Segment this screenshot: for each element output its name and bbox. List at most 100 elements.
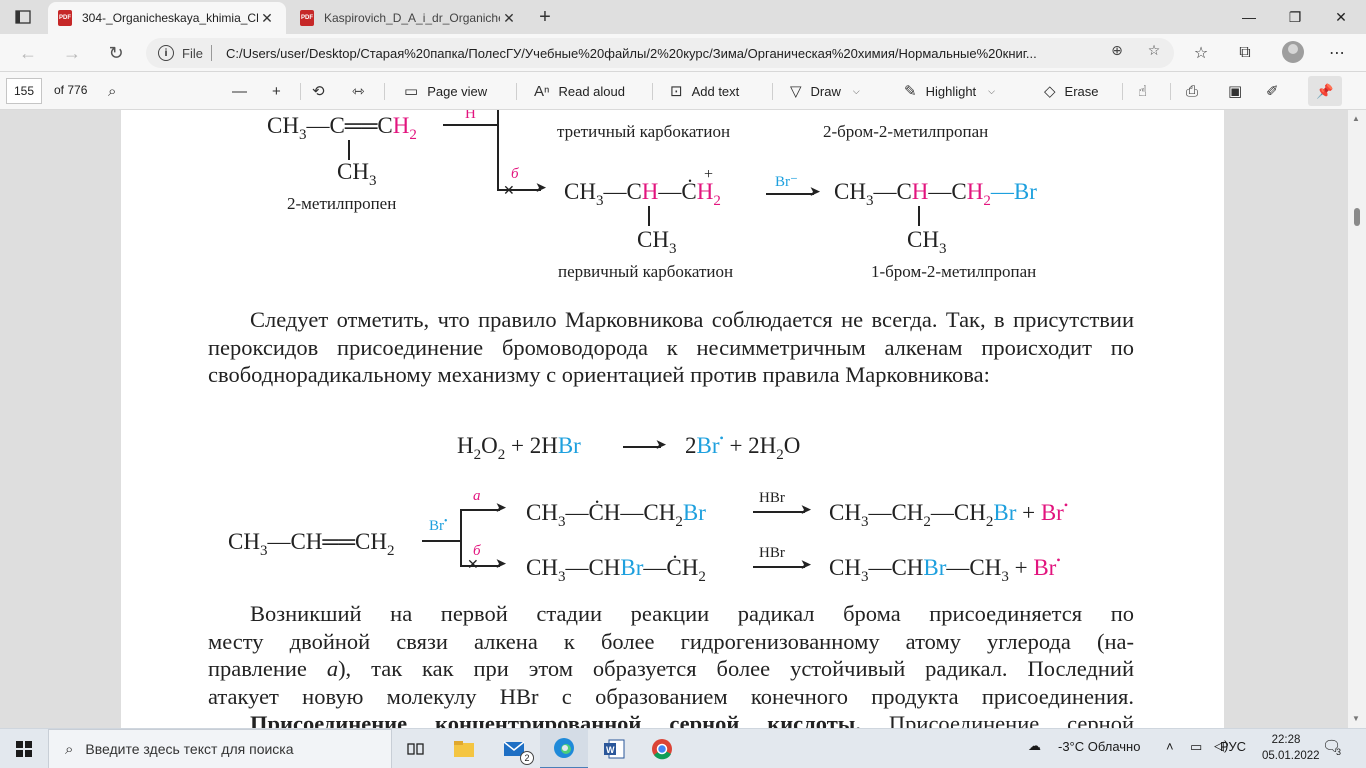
chrome-icon[interactable]: [638, 729, 686, 768]
highlight-button[interactable]: ✎ Highlight ⌵: [904, 80, 995, 102]
favorite-add-icon[interactable]: ☆: [1145, 41, 1163, 59]
bond-vertical: [918, 206, 920, 226]
info-icon[interactable]: i: [158, 45, 174, 61]
zoom-icon[interactable]: ⊕: [1108, 41, 1126, 59]
cross-mark: ✕: [503, 184, 515, 199]
browser-titlebar: PDF 304-_Organicheskaya_khimia_Ch ✕ PDF …: [0, 0, 1366, 34]
equation-peroxide-products: 2Br• + 2H2O: [685, 431, 801, 463]
caption-primary-cation: первичный карбокатион: [558, 262, 734, 281]
reagent-br: Br⁻: [775, 174, 798, 190]
caption-tert-product: 2-бром-2-метилпропан: [823, 122, 989, 141]
pdf-toolbar: 155 of 776 ⌕ — + ⟲ ⇿ ▭ Page view Aⁿ Read a…: [0, 72, 1366, 110]
favorites-icon[interactable]: ☆: [1190, 42, 1212, 64]
reagent-hbr-a: HBr: [759, 490, 785, 506]
arrow-head: ➤: [800, 558, 812, 573]
tab-inactive[interactable]: PDF Kaspirovich_D_A_i_dr_Organiche ✕: [290, 2, 528, 34]
tab-actions-icon[interactable]: [8, 4, 38, 30]
pdf-page: CH3—C══CH2 CH3 2-метилпропен ➤ б ✕ H тре…: [121, 110, 1224, 728]
draw-button[interactable]: ▽ Draw ⌵: [790, 80, 860, 102]
bond-vertical: [348, 140, 350, 160]
arrow-line: [422, 540, 460, 542]
taskbar-search[interactable]: ⌕ Введите здесь текст для поиска: [48, 729, 392, 768]
vertical-scrollbar[interactable]: ▲ ▼: [1348, 110, 1366, 728]
start-button[interactable]: [0, 729, 48, 768]
scrollbar-thumb[interactable]: [1354, 208, 1360, 226]
add-text-icon: ⊡: [670, 83, 683, 100]
back-icon[interactable]: ←: [14, 39, 42, 67]
task-view-icon[interactable]: [392, 729, 440, 768]
restore-icon[interactable]: ❐: [1272, 0, 1318, 34]
forward-icon[interactable]: →: [58, 39, 86, 67]
chevron-up-icon[interactable]: ˄: [1166, 739, 1174, 754]
fit-page-icon[interactable]: ⇿: [352, 80, 374, 102]
minimize-icon[interactable]: —: [1226, 0, 1272, 34]
formula-radical-b: CH3—CHBr—ĊH2: [526, 555, 706, 585]
divider: [210, 45, 212, 61]
language-indicator[interactable]: РУС: [1220, 739, 1246, 754]
zoom-in-icon[interactable]: +: [272, 80, 290, 102]
eraser-icon: ◇: [1044, 83, 1056, 100]
url-field[interactable]: i File C:/Users/user/Desktop/Старая%20па…: [146, 38, 1174, 68]
tab-active[interactable]: PDF 304-_Organicheskaya_khimia_Ch ✕: [48, 2, 286, 34]
scroll-up-icon[interactable]: ▲: [1352, 114, 1360, 123]
svg-text:W: W: [606, 745, 615, 755]
print-icon[interactable]: ⎙: [1186, 80, 1207, 102]
word-icon[interactable]: W: [590, 729, 638, 768]
formula-1-bromo-product: CH3—CH—CH2—Br: [834, 179, 1037, 209]
highlight-icon: ✎: [904, 83, 917, 100]
caption-tert-cation: третичный карбокатион: [557, 122, 731, 141]
scroll-down-icon[interactable]: ▼: [1352, 714, 1360, 723]
pdf-icon: PDF: [300, 10, 314, 26]
arrow-line: [766, 193, 814, 195]
zoom-out-icon[interactable]: —: [232, 80, 256, 102]
touch-icon[interactable]: ☝: [1138, 80, 1156, 102]
collections-icon[interactable]: ⧉: [1234, 42, 1256, 64]
avatar[interactable]: [1282, 41, 1304, 63]
rotate-icon[interactable]: ⟲: [312, 80, 334, 102]
arrow-line: [460, 509, 462, 565]
divider: [300, 83, 301, 100]
new-tab-button[interactable]: +: [532, 4, 558, 30]
close-icon[interactable]: ✕: [500, 10, 518, 27]
arrow-line: [443, 124, 497, 126]
arrow-line: [753, 511, 805, 513]
cross-mark: ✕: [467, 558, 479, 573]
page-number-input[interactable]: 155: [6, 78, 42, 104]
save-icon[interactable]: ▣: [1228, 80, 1251, 102]
network-icon[interactable]: ▭: [1190, 739, 1202, 755]
add-text-button[interactable]: ⊡ Add text: [670, 80, 739, 102]
caption-2-methylpropene: 2-метилпропен: [287, 194, 397, 213]
file-explorer-icon[interactable]: [440, 729, 488, 768]
chevron-down-icon[interactable]: ⌵: [853, 86, 860, 97]
weather-icon[interactable]: ☁: [1028, 738, 1041, 754]
weather-text[interactable]: -3°C Облачно: [1058, 739, 1140, 754]
mail-icon[interactable]: 2: [490, 729, 538, 768]
pin-toolbar-icon[interactable]: 📌: [1308, 76, 1342, 106]
bond-vertical: [648, 206, 650, 226]
formula-propene: CH3—CH══CH2: [228, 529, 395, 559]
tab-title: 304-_Organicheskaya_khimia_Ch: [82, 11, 258, 25]
page-view-icon: ▭: [404, 83, 419, 100]
formula-product-a: CH3—CH2—CH2Br + Br•: [829, 498, 1069, 530]
page-view-button[interactable]: ▭ Page view: [404, 80, 487, 102]
draw-icon: ▽: [790, 83, 802, 100]
search-icon[interactable]: ⌕: [108, 80, 125, 102]
search-icon: ⌕: [65, 740, 74, 758]
windows-icon: [16, 741, 32, 757]
close-icon[interactable]: ✕: [258, 10, 276, 27]
save-as-icon[interactable]: ✐: [1266, 80, 1288, 102]
clock[interactable]: 22:28 05.01.2022: [1262, 732, 1320, 764]
paragraph-2: Возникший на первой стадии реакции радик…: [208, 601, 1135, 728]
chevron-down-icon[interactable]: ⌵: [988, 86, 995, 97]
erase-button[interactable]: ◇ Erase: [1044, 80, 1099, 102]
close-window-icon[interactable]: ✕: [1318, 0, 1364, 34]
edge-icon[interactable]: [540, 729, 588, 768]
mail-badge: 2: [520, 751, 534, 765]
pdf-icon: PDF: [58, 10, 72, 26]
caption-primary-product: 1-бром-2-метилпропан: [871, 262, 1037, 281]
paragraph-1: Следует отметить, что правило Марковнико…: [208, 307, 1134, 387]
read-aloud-button[interactable]: Aⁿ Read aloud: [534, 80, 625, 102]
arrow-head: ➤: [495, 501, 507, 516]
more-icon[interactable]: ⋯: [1326, 42, 1348, 64]
refresh-icon[interactable]: ↻: [102, 39, 130, 67]
